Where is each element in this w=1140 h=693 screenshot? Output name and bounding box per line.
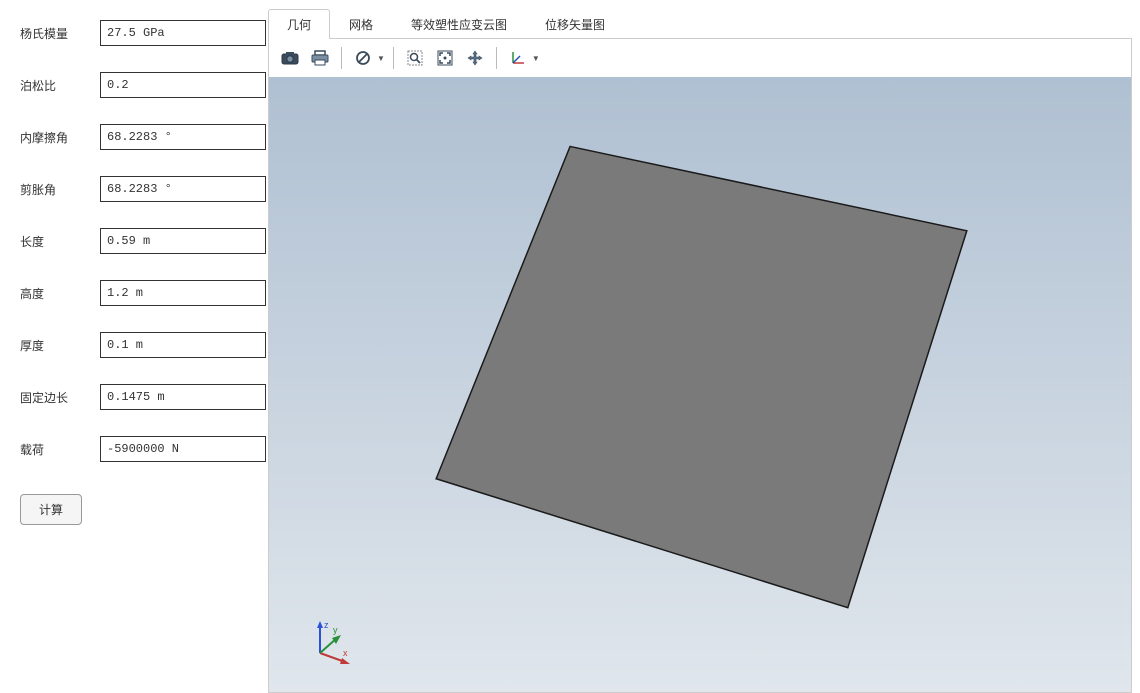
field-label: 高度 bbox=[20, 285, 100, 302]
field-youngs-modulus: 杨氏模量 bbox=[20, 20, 248, 46]
no-symbol-icon[interactable] bbox=[350, 45, 376, 71]
field-label: 固定边长 bbox=[20, 389, 100, 406]
no-symbol-dropdown[interactable]: ▼ bbox=[350, 45, 385, 71]
tab-geometry[interactable]: 几何 bbox=[268, 9, 330, 39]
friction-angle-input[interactable] bbox=[100, 124, 266, 150]
chevron-down-icon: ▼ bbox=[377, 54, 385, 63]
visualization-panel: 几何 网格 等效塑性应变云图 位移矢量图 ▼ bbox=[268, 0, 1140, 693]
length-input[interactable] bbox=[100, 228, 266, 254]
field-friction-angle: 内摩擦角 bbox=[20, 124, 248, 150]
tab-displacement[interactable]: 位移矢量图 bbox=[526, 9, 624, 39]
toolbar-separator bbox=[393, 47, 394, 69]
field-label: 杨氏模量 bbox=[20, 25, 100, 42]
field-label: 内摩擦角 bbox=[20, 129, 100, 146]
calculate-button[interactable]: 计算 bbox=[20, 494, 82, 525]
field-length: 长度 bbox=[20, 228, 248, 254]
chevron-down-icon: ▼ bbox=[532, 54, 540, 63]
camera-icon[interactable] bbox=[277, 45, 303, 71]
axis-y-label: y bbox=[333, 625, 338, 635]
axes-icon[interactable] bbox=[505, 45, 531, 71]
axis-z-label: z bbox=[324, 620, 329, 630]
axis-triad: z x y bbox=[305, 618, 355, 668]
field-dilation-angle: 剪胀角 bbox=[20, 176, 248, 202]
dilation-angle-input[interactable] bbox=[100, 176, 266, 202]
print-icon[interactable] bbox=[307, 45, 333, 71]
height-input[interactable] bbox=[100, 280, 266, 306]
field-thickness: 厚度 bbox=[20, 332, 248, 358]
pan-icon[interactable] bbox=[462, 45, 488, 71]
youngs-modulus-input[interactable] bbox=[100, 20, 266, 46]
parameter-panel: 杨氏模量 泊松比 内摩擦角 剪胀角 长度 高度 厚度 固定边长 载荷 计算 bbox=[0, 0, 268, 693]
axes-dropdown[interactable]: ▼ bbox=[505, 45, 540, 71]
tab-bar: 几何 网格 等效塑性应变云图 位移矢量图 bbox=[268, 8, 1132, 38]
geometry-plate bbox=[269, 77, 1131, 692]
field-label: 载荷 bbox=[20, 441, 100, 458]
tab-mesh[interactable]: 网格 bbox=[330, 9, 392, 39]
field-label: 长度 bbox=[20, 233, 100, 250]
toolbar-separator bbox=[341, 47, 342, 69]
poisson-ratio-input[interactable] bbox=[100, 72, 266, 98]
field-height: 高度 bbox=[20, 280, 248, 306]
fixed-edge-input[interactable] bbox=[100, 384, 266, 410]
field-label: 泊松比 bbox=[20, 77, 100, 94]
thickness-input[interactable] bbox=[100, 332, 266, 358]
tab-plastic-strain[interactable]: 等效塑性应变云图 bbox=[392, 9, 526, 39]
3d-viewport[interactable]: z x y bbox=[269, 77, 1131, 692]
field-label: 剪胀角 bbox=[20, 181, 100, 198]
axis-x-label: x bbox=[343, 648, 348, 658]
viewport-toolbar: ▼ ▼ bbox=[269, 39, 1131, 77]
load-input[interactable] bbox=[100, 436, 266, 462]
field-poisson-ratio: 泊松比 bbox=[20, 72, 248, 98]
field-fixed-edge: 固定边长 bbox=[20, 384, 248, 410]
zoom-fit-icon[interactable] bbox=[432, 45, 458, 71]
field-load: 载荷 bbox=[20, 436, 248, 462]
tab-content: ▼ ▼ bbox=[268, 38, 1132, 693]
zoom-box-icon[interactable] bbox=[402, 45, 428, 71]
field-label: 厚度 bbox=[20, 337, 100, 354]
toolbar-separator bbox=[496, 47, 497, 69]
